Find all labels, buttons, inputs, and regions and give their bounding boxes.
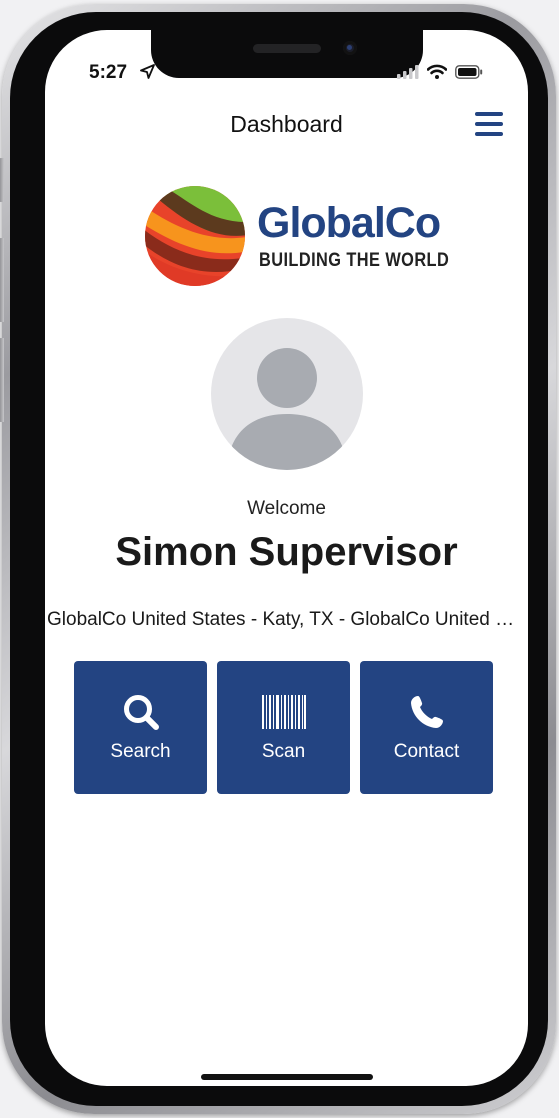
volume-up-button (0, 238, 4, 322)
search-button-label: Search (110, 741, 171, 762)
phone-icon (410, 696, 443, 728)
notch (151, 30, 423, 78)
location-arrow-icon (140, 64, 155, 79)
status-indicators (397, 64, 483, 79)
barcode-icon (261, 695, 306, 729)
mute-switch (0, 158, 4, 202)
wifi-icon (427, 64, 447, 79)
volume-down-button (0, 338, 4, 422)
logo-brand-text: GlobalCo (257, 199, 441, 247)
user-silhouette-icon (227, 348, 347, 470)
company-logo: GlobalCo BUILDING THE WORLD (143, 184, 449, 294)
cellular-signal-icon (397, 64, 419, 79)
user-location: GlobalCo United States - Katy, TX - Glob… (47, 609, 528, 630)
quick-actions: Search Scan Contact (74, 661, 493, 794)
hamburger-menu-icon[interactable] (475, 112, 503, 138)
contact-button[interactable]: Contact (360, 661, 493, 794)
search-button[interactable]: Search (74, 661, 207, 794)
battery-icon (455, 64, 483, 79)
status-time: 5:27 (89, 62, 128, 83)
speaker-grille (253, 44, 321, 53)
home-indicator[interactable] (201, 1074, 373, 1080)
contact-button-label: Contact (393, 741, 460, 762)
scan-button-label: Scan (261, 741, 306, 762)
welcome-text: Welcome (247, 498, 326, 519)
app-screen: 5:27 Dashboard GlobalCo BUILDING THE WOR… (45, 30, 528, 1086)
scan-button[interactable]: Scan (217, 661, 350, 794)
logo-globe-icon (145, 186, 245, 286)
search-icon (123, 695, 159, 730)
front-camera (343, 41, 357, 55)
logo-tagline: BUILDING THE WORLD (259, 250, 450, 271)
avatar (211, 318, 363, 470)
user-name: Simon Supervisor (115, 530, 458, 574)
page-title: Dashboard (230, 111, 343, 137)
